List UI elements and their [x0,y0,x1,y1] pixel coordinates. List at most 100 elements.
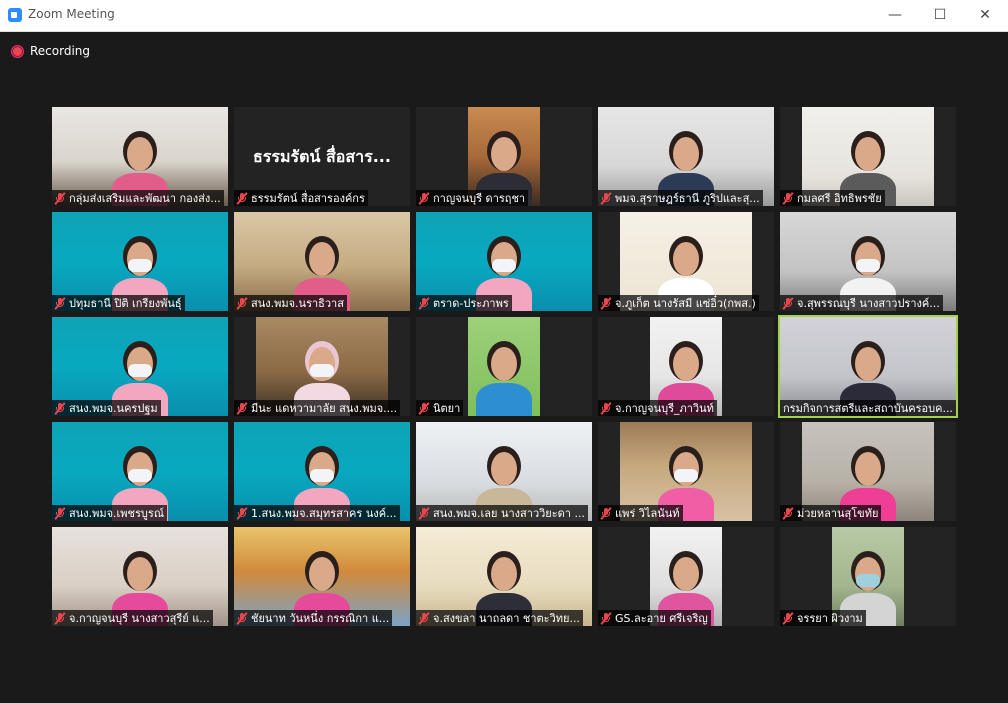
participant-tile[interactable]: จ.กาญจนบุรี นางสาวสุรีย์ แ... [52,527,228,626]
mic-muted-icon [417,191,431,205]
participant-face [491,137,517,171]
participant-face [491,452,517,486]
participant-namebar: ปทุมธานี ปิติ เกรียงพันธุ์ [52,295,185,311]
participant-name: GS.ละอาย ศรีเจริญ [615,612,708,625]
window-title: Zoom Meeting [28,7,115,21]
face-mask [128,259,152,272]
participant-tile[interactable]: สนง.พมจ.นครปฐม [52,317,228,416]
participant-tile[interactable]: ม่วยหลานสุโขทัย [780,422,956,521]
mic-muted-icon [781,191,795,205]
participant-name: สนง.พมจ.นราธิวาส [251,297,344,310]
face-mask [128,469,152,482]
participant-tile[interactable]: กมลศรี อิทธิพรชัย [780,107,956,206]
participant-tile[interactable]: กลุ่มส่งเสริมและพัฒนา กองส่ง... [52,107,228,206]
recording-dot-icon [11,44,24,58]
participant-tile[interactable]: จ.สุพรรณบุรี นางสาวปรางค์... [780,212,956,311]
participant-tile[interactable]: มีนะ แดหวามาลัย สนง.พมจ.... [234,317,410,416]
mic-muted-icon [235,401,249,415]
participant-face [855,137,881,171]
participant-namebar: จ.สุพรรณบุรี นางสาวปรางค์... [780,295,943,311]
face-mask [310,364,334,377]
mic-muted-icon [781,611,795,625]
participant-tile[interactable]: สนง.พมจ.นราธิวาส [234,212,410,311]
participant-tile[interactable]: ปทุมธานี ปิติ เกรียงพันธุ์ [52,212,228,311]
close-button[interactable]: ✕ [970,3,1000,27]
participant-tile[interactable]: พมจ.สุราษฎร์ธานี ภูริปและสุ... [598,107,774,206]
face-mask [674,469,698,482]
participant-figure [476,383,532,416]
recording-label: Recording [30,44,91,58]
participant-name: จ.สงขลา นาถลดา ชาตะวิทย... [433,612,580,625]
participant-name: มีนะ แดหวามาลัย สนง.พมจ.... [251,402,398,415]
participant-face [673,347,699,381]
participant-face [309,242,335,276]
mic-muted-icon [235,296,249,310]
mic-muted-icon [781,506,795,520]
participant-name: ธรรมรัตน์ สื่อสารองค์กร [251,192,365,205]
participant-face [491,557,517,591]
participant-namebar: ธรรมรัตน์ สื่อสารองค์กร [234,190,368,206]
participant-tile[interactable]: ธรรมรัตน์ สื่อสาร... ธรรมรัตน์ สื่อสารองค… [234,107,410,206]
participant-name: ปทุมธานี ปิติ เกรียงพันธุ์ [69,297,182,310]
participant-tile[interactable]: สนง.พมจ.เพชรบูรณ์ [52,422,228,521]
participant-namebar: กาญจนบุรี ดารฤชา [416,190,529,206]
participant-tile[interactable]: ชัยนาท วันหนึ่ง กรรณิกา แ... [234,527,410,626]
mic-muted-icon [53,296,67,310]
participant-tile[interactable]: จรรยา ผิวงาม [780,527,956,626]
mic-muted-icon [417,296,431,310]
participant-namebar: สนง.พมจ.เลย นางสาววิยะดา ... [416,505,588,521]
mic-muted-icon [781,296,795,310]
participant-namebar: กมลศรี อิทธิพรชัย [780,190,885,206]
mic-muted-icon [417,401,431,415]
participant-namebar: ม่วยหลานสุโขทัย [780,505,882,521]
participant-namebar: 1.สนง.พมจ.สมุทรสาคร นงค์... [234,505,400,521]
participant-tile[interactable]: จ.กาญจนบุรี_ภาวินท์ [598,317,774,416]
participant-name: ตราด-ประภาพร [433,297,509,310]
minimize-button[interactable]: — [880,3,910,27]
face-mask [310,469,334,482]
participant-face [127,557,153,591]
participant-namebar: จ.กาญจนบุรี นางสาวสุรีย์ แ... [52,610,213,626]
participant-tile[interactable]: สนง.พมจ.เลย นางสาววิยะดา ... [416,422,592,521]
mic-muted-icon [53,401,67,415]
participant-namebar: จรรยา ผิวงาม [780,610,866,626]
participant-face [673,557,699,591]
participant-namebar: จ.สงขลา นาถลดา ชาตะวิทย... [416,610,583,626]
participant-namebar: ตราด-ประภาพร [416,295,512,311]
face-mask [856,574,880,587]
mic-muted-icon [417,506,431,520]
mic-muted-icon [599,611,613,625]
mic-muted-icon [599,506,613,520]
participant-face [855,452,881,486]
participant-namebar: สนง.พมจ.นราธิวาส [234,295,347,311]
participant-name: จ.กาญจนบุรี_ภาวินท์ [615,402,714,415]
mic-muted-icon [235,506,249,520]
participant-namebar: พมจ.สุราษฎร์ธานี ภูริปและสุ... [598,190,763,206]
participant-name: ชัยนาท วันหนึ่ง กรรณิกา แ... [251,612,390,625]
participant-tile[interactable]: ตราด-ประภาพร [416,212,592,311]
participant-face [673,137,699,171]
participant-tile[interactable]: กาญจนบุรี ดารฤชา [416,107,592,206]
participant-name: จ.ภูเก็ต นางรัสมี แซ่อิ๋ว(กพส.) [615,297,756,310]
participant-name: สนง.พมจ.เพชรบูรณ์ [69,507,165,520]
participant-tile[interactable]: GS.ละอาย ศรีเจริญ [598,527,774,626]
participant-name: จ.กาญจนบุรี นางสาวสุรีย์ แ... [69,612,210,625]
participant-tile[interactable]: จ.สงขลา นาถลดา ชาตะวิทย... [416,527,592,626]
participant-face [127,137,153,171]
participant-tile[interactable]: แพร่ วิไลนันท์ [598,422,774,521]
participant-name: กาญจนบุรี ดารฤชา [433,192,526,205]
maximize-button[interactable]: ☐ [925,3,955,27]
participant-tile[interactable]: จ.ภูเก็ต นางรัสมี แซ่อิ๋ว(กพส.) [598,212,774,311]
recording-indicator[interactable]: Recording [11,43,90,59]
meeting-stage: Recording กลุ่มส่งเสริมและพัฒนา กองส่ง..… [0,32,1008,703]
mic-muted-icon [599,191,613,205]
participant-face [673,242,699,276]
participant-name: พมจ.สุราษฎร์ธานี ภูริปและสุ... [615,192,760,205]
participant-tile[interactable]: 1.สนง.พมจ.สมุทรสาคร นงค์... [234,422,410,521]
participant-namebar: แพร่ วิไลนันท์ [598,505,683,521]
participant-tile[interactable]: นิตยา [416,317,592,416]
participant-namebar: นิตยา [416,400,464,416]
participant-tile[interactable]: กรมกิจการสตรีและสถาบันครอบค... [778,315,958,418]
participant-namebar: กรมกิจการสตรีและสถาบันครอบค... [780,400,956,416]
mic-muted-icon [235,611,249,625]
